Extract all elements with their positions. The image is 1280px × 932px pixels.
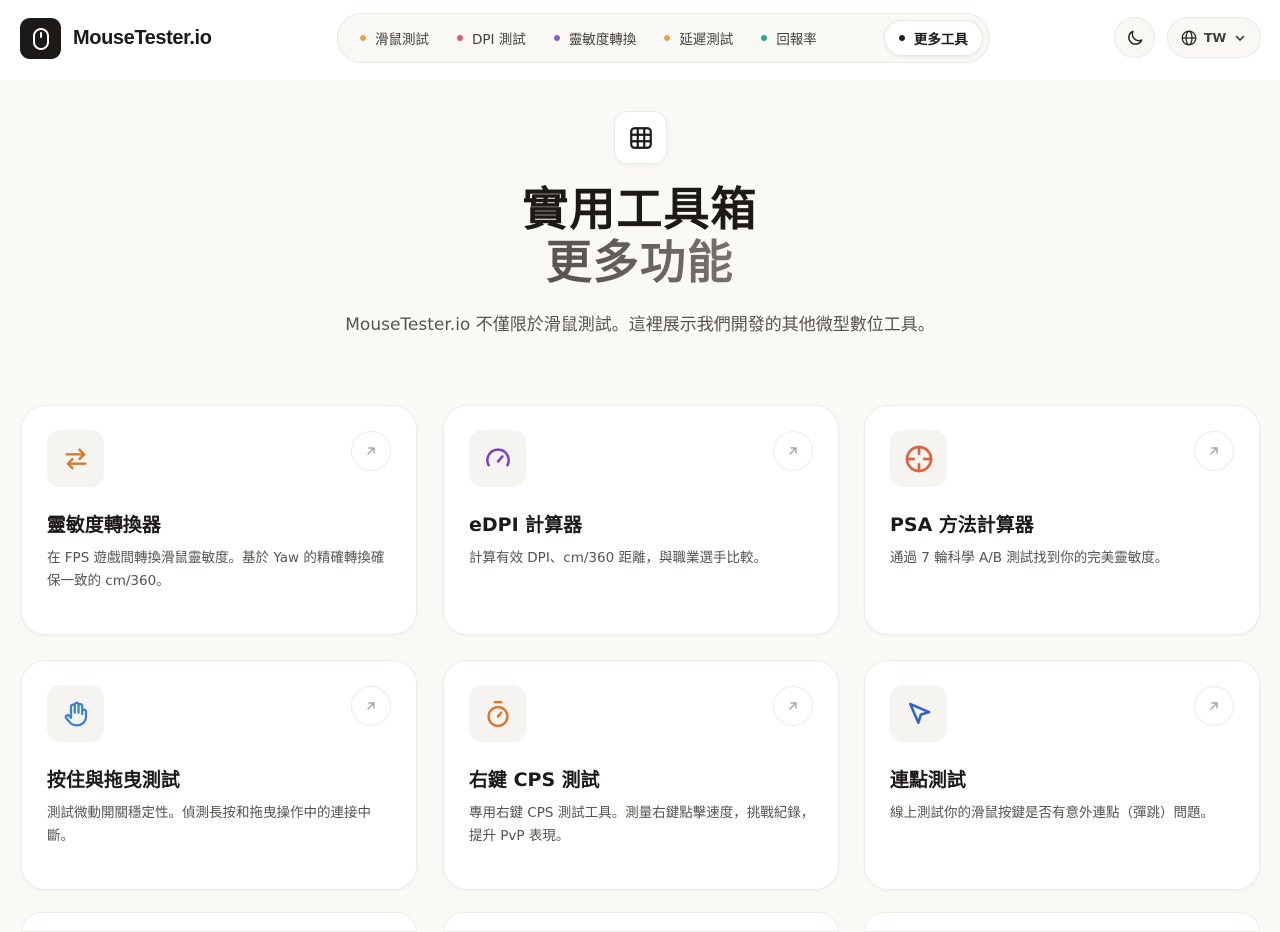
language-selector[interactable]: TW: [1167, 17, 1261, 58]
nav-item-more-tools[interactable]: 更多工具: [884, 20, 983, 56]
nav-item-label: 延遲測試: [679, 32, 734, 48]
nav-dot: [360, 35, 366, 41]
nav-item-sensitivity[interactable]: 靈敏度轉換: [540, 20, 651, 56]
card-description: 計算有效 DPI、cm/360 距離，與職業選手比較。: [469, 550, 767, 566]
card-title: eDPI 計算器: [469, 514, 583, 536]
card-title: 靈敏度轉換器: [47, 514, 162, 536]
tool-card-sensitivity-converter[interactable]: 靈敏度轉換器 在 FPS 遊戲間轉換滑鼠靈敏度。基於 Yaw 的精確轉換確保一致…: [21, 405, 417, 635]
page-title: 實用工具箱: [522, 182, 758, 236]
card-title: 按住與拖曳測試: [47, 769, 181, 791]
nav-item-polling-rate[interactable]: 回報率: [747, 20, 831, 56]
theme-toggle-button[interactable]: [1114, 17, 1155, 58]
tool-card-edpi-calculator[interactable]: eDPI 計算器 計算有效 DPI、cm/360 距離，與職業選手比較。: [443, 405, 839, 635]
moon-icon: [1127, 30, 1142, 45]
mouse-logo-icon: [20, 18, 61, 59]
globe-icon: [1181, 30, 1197, 45]
page-title-secondary: 更多功能: [0, 236, 1280, 288]
nav-dot: [553, 35, 560, 41]
brand-name: MouseTester.io: [73, 27, 212, 49]
nav-item-mouse-test[interactable]: 滑鼠測試: [346, 20, 443, 56]
main-nav: 滑鼠測試 DPI 測試 靈敏度轉換 延遲測試 回報率 更多工具: [337, 13, 990, 63]
brand-logo[interactable]: MouseTester.io: [20, 18, 212, 59]
page-subtitle: MouseTester.io 不僅限於滑鼠測試。這裡展示我們開發的其他微型數位工…: [345, 315, 935, 335]
card-title: 連點測試: [890, 769, 967, 791]
arrow-up-right-icon[interactable]: [1194, 686, 1234, 726]
top-header: MouseTester.io 滑鼠測試 DPI 測試 靈敏度轉換 延遲測試 回報…: [0, 0, 1280, 80]
nav-dot: [899, 35, 905, 41]
nav-item-label: 回報率: [776, 32, 817, 48]
crosshair-icon: [890, 430, 947, 487]
language-code: TW: [1204, 30, 1227, 45]
cursor-arrow-icon: [890, 685, 947, 742]
nav-item-label: 滑鼠測試: [375, 32, 429, 48]
tool-card-psa-calculator[interactable]: PSA 方法計算器 通過 7 輪科學 A/B 測試找到你的完美靈敏度。: [864, 405, 1260, 635]
stopwatch-icon: [469, 685, 526, 742]
tool-card-next-row: [864, 912, 1260, 932]
speedometer-icon: [469, 430, 526, 487]
card-title: 右鍵 CPS 測試: [469, 769, 600, 791]
tool-card-hold-drag-test[interactable]: 按住與拖曳測試 測試微動開關穩定性。偵測長按和拖曳操作中的連接中斷。: [21, 660, 417, 890]
card-description: 在 FPS 遊戲間轉換滑鼠靈敏度。基於 Yaw 的精確轉換確保一致的 cm/36…: [47, 550, 385, 589]
grid-icon: [614, 111, 667, 164]
card-title: PSA 方法計算器: [890, 514, 1034, 536]
card-description: 測試微動開關穩定性。偵測長按和拖曳操作中的連接中斷。: [47, 805, 371, 844]
nav-dot: [457, 35, 463, 41]
card-description: 線上測試你的滑鼠按鍵是否有意外連點（彈跳）問題。: [890, 805, 1214, 821]
nav-item-label: 更多工具: [914, 32, 968, 48]
swap-arrows-icon: [47, 430, 104, 487]
card-description: 通過 7 輪科學 A/B 測試找到你的完美靈敏度。: [890, 550, 1169, 566]
nav-item-latency[interactable]: 延遲測試: [650, 20, 747, 56]
arrow-up-right-icon[interactable]: [1194, 431, 1234, 471]
card-description: 專用右鍵 CPS 測試工具。測量右鍵點擊速度，挑戰紀錄，提升 PvP 表現。: [469, 805, 815, 844]
nav-item-label: DPI 測試: [472, 32, 526, 48]
arrow-up-right-icon[interactable]: [773, 431, 813, 471]
tool-card-right-click-cps[interactable]: 右鍵 CPS 測試 專用右鍵 CPS 測試工具。測量右鍵點擊速度，挑戰紀錄，提升…: [443, 660, 839, 890]
arrow-up-right-icon[interactable]: [773, 686, 813, 726]
tool-card-double-click-test[interactable]: 連點測試 線上測試你的滑鼠按鍵是否有意外連點（彈跳）問題。: [864, 660, 1260, 890]
hand-icon: [47, 685, 104, 742]
nav-item-label: 靈敏度轉換: [568, 32, 637, 48]
nav-item-dpi-test[interactable]: DPI 測試: [443, 20, 540, 56]
arrow-up-right-icon[interactable]: [351, 686, 391, 726]
chevron-down-icon: [1236, 35, 1245, 41]
nav-dot: [664, 35, 671, 41]
tool-card-next-row: [443, 912, 839, 932]
arrow-up-right-icon[interactable]: [351, 431, 391, 471]
tool-card-next-row: [21, 912, 417, 932]
nav-dot: [761, 35, 768, 41]
